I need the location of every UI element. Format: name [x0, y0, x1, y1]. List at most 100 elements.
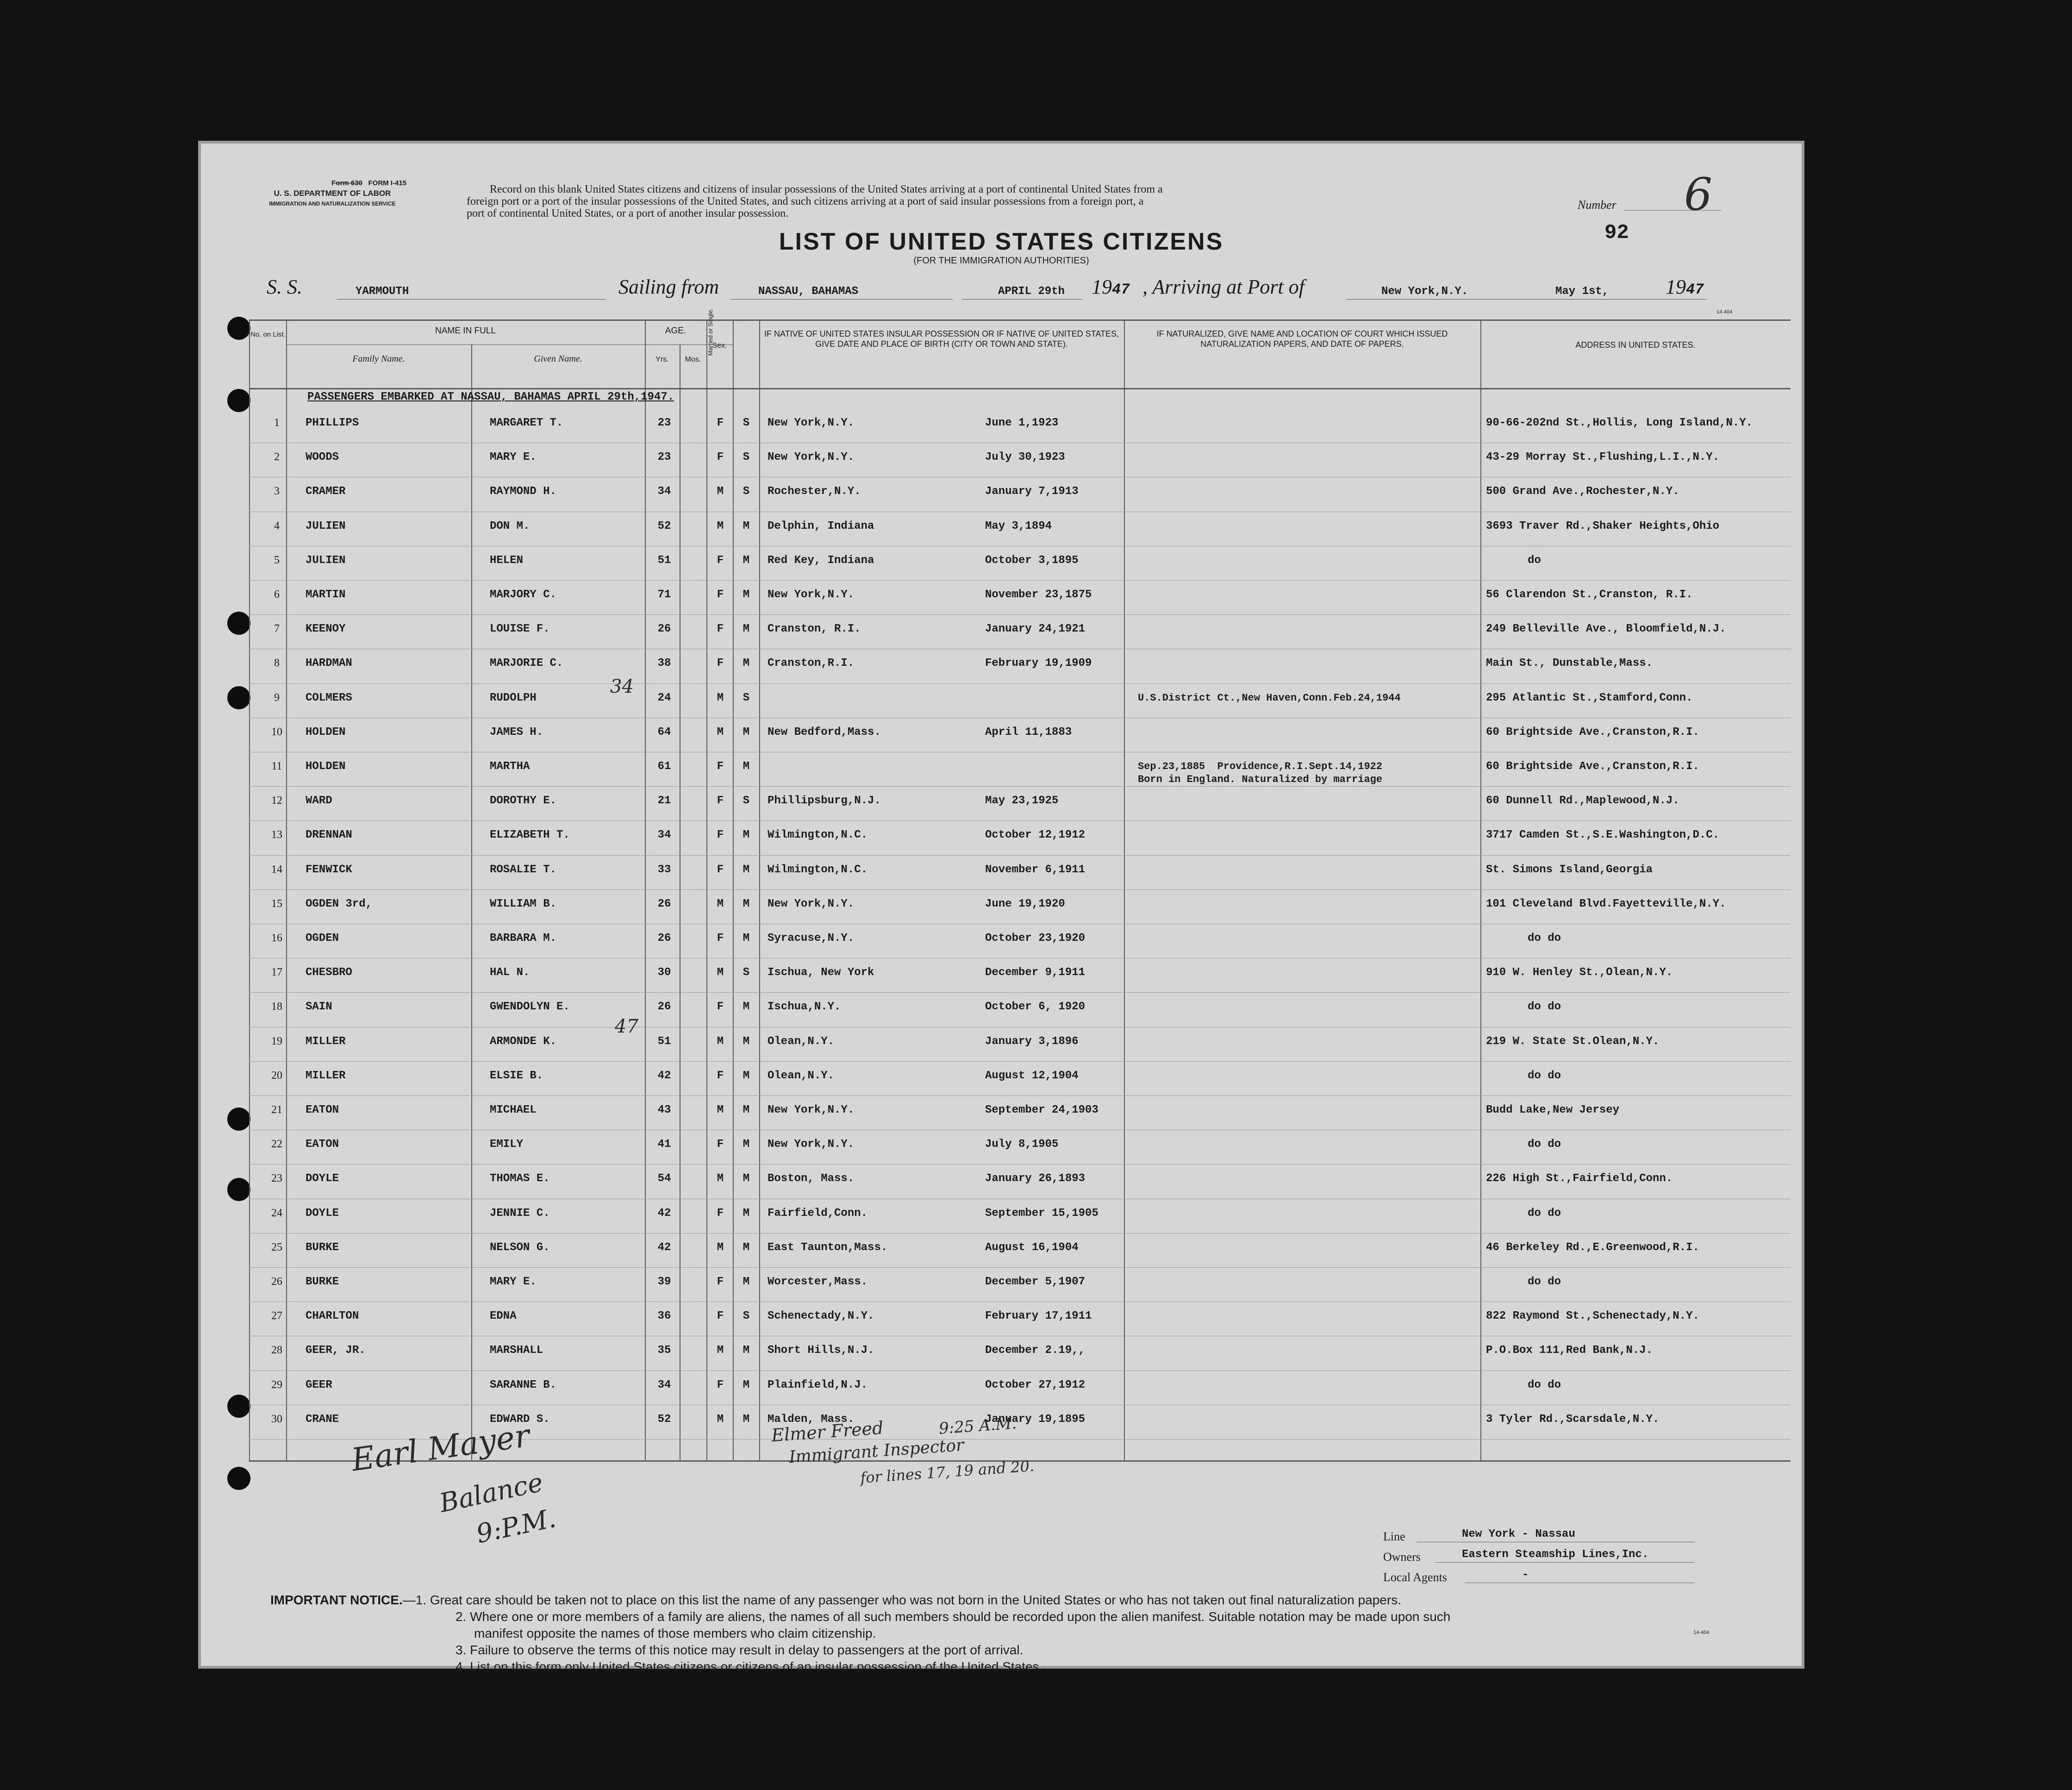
cell-age: 26: [657, 623, 671, 636]
line-label: Line: [1383, 1530, 1405, 1543]
cell-address: 3693 Traver Rd.,Shaker Heights,Ohio: [1486, 519, 1720, 532]
cell-no: 28: [271, 1344, 282, 1357]
passenger-row: 17 CHESBRO HAL N. 30 M S Ischua, New York Decem…: [198, 961, 1804, 995]
passenger-row: 11 HOLDEN MARTHA 61 F M Sep.23,1885 Providence…: [198, 755, 1804, 789]
cell-age: 64: [657, 726, 671, 739]
cell-no: 27: [271, 1310, 282, 1322]
cell-ms: S: [743, 485, 750, 498]
cell-date: January 24,1921: [985, 623, 1086, 636]
cell-age: 26: [657, 932, 671, 945]
sailing-year-prefix: 19: [1092, 275, 1112, 298]
passenger-row: 8 HARDMAN MARJORIE C. 38 F M Cranston,R.I. Febr…: [198, 651, 1804, 686]
cell-address: 295 Atlantic St.,Stamford,Conn.: [1486, 691, 1693, 704]
cell-place: Rochester,N.Y.: [768, 485, 861, 498]
cell-no: 18: [271, 1001, 282, 1013]
cell-age: 21: [657, 795, 671, 807]
cell-address: 43-29 Morray St.,Flushing,L.I.,N.Y.: [1486, 451, 1720, 464]
owners-label: Owners: [1383, 1550, 1421, 1564]
record-text-line-1: Record on this blank United States citiz…: [490, 183, 1163, 195]
ship-name: YARMOUTH: [356, 285, 409, 298]
cell-address: do: [1528, 554, 1541, 567]
cell-place: Phillipsburg,N.J.: [768, 795, 881, 807]
cell-family: CHESBRO: [306, 966, 352, 979]
col-address: ADDRESS IN UNITED STATES.: [1575, 340, 1696, 350]
notice-item-2: 2. Where one or more members of a family…: [456, 1609, 1451, 1624]
cell-sex: F: [717, 1001, 724, 1014]
cell-age: 34: [657, 829, 671, 842]
cell-no: 24: [271, 1207, 282, 1219]
passenger-row: 21 EATON MICHAEL 43 M M New York,N.Y. September…: [198, 1098, 1804, 1133]
cell-date: December 5,1907: [985, 1276, 1086, 1288]
cell-ms: M: [743, 863, 750, 876]
service-name: IMMIGRATION AND NATURALIZATION SERVICE: [269, 200, 396, 207]
punch-hole: [227, 389, 250, 412]
cell-address: 60 Brightside Ave.,Cranston,R.I.: [1486, 760, 1699, 773]
cell-no: 3: [274, 485, 280, 498]
cell-family: HARDMAN: [306, 657, 352, 670]
handwritten-age-note: 47: [615, 1016, 638, 1037]
passenger-row: 20 MILLER ELSIE B. 42 F M Olean,N.Y. August 12,…: [198, 1064, 1804, 1098]
col-name-in-full: NAME IN FULL: [435, 326, 496, 336]
cell-ms: S: [743, 966, 750, 979]
cell-address: do do: [1528, 1207, 1561, 1220]
cell-sex: M: [717, 966, 724, 979]
cell-date: October 23,1920: [985, 932, 1086, 945]
cell-sex: F: [717, 1378, 724, 1391]
cell-given: MARY E.: [490, 451, 537, 464]
cell-family: JULIEN: [306, 554, 346, 567]
cell-date: February 19,1909: [985, 657, 1092, 670]
cell-sex: M: [717, 1241, 724, 1254]
cell-sex: F: [717, 554, 724, 567]
cell-date: November 23,1875: [985, 588, 1092, 601]
cell-ms: M: [743, 1344, 750, 1357]
cell-family: DOYLE: [306, 1172, 339, 1185]
punch-hole: [227, 1467, 250, 1490]
cell-age: 34: [657, 1378, 671, 1391]
cell-address: 219 W. State St.Olean,N.Y.: [1486, 1035, 1660, 1048]
arriving-date: May 1st,: [1555, 285, 1609, 298]
passenger-row: 15 OGDEN 3rd, WILLIAM B. 26 M M New York,N.Y. J…: [198, 892, 1804, 926]
cell-sex: F: [717, 1276, 724, 1288]
cell-given: JENNIE C.: [490, 1207, 550, 1220]
passenger-row: 7 KEENOY LOUISE F. 26 F M Cranston, R.I. Januar…: [198, 617, 1804, 651]
cell-place: Short Hills,N.J.: [768, 1344, 874, 1357]
cell-sex: M: [717, 1413, 724, 1426]
cell-age: 52: [657, 1413, 671, 1426]
cell-no: 12: [271, 795, 282, 807]
cell-ms: M: [743, 657, 750, 670]
cell-place: Olean,N.Y.: [768, 1035, 835, 1048]
page-title: LIST OF UNITED STATES CITIZENS: [779, 228, 1224, 255]
corner-code: 14-404: [1716, 309, 1733, 315]
notice-item-4: 4. List on this form only United States …: [456, 1659, 1043, 1674]
line-value: New York - Nassau: [1462, 1528, 1575, 1540]
cell-given: GWENDOLYN E.: [490, 1001, 570, 1014]
passenger-row: 5 JULIEN HELEN 51 F M Red Key, Indiana October …: [198, 549, 1804, 583]
cell-address: 910 W. Henley St.,Olean,N.Y.: [1486, 966, 1673, 979]
cell-family: BURKE: [306, 1276, 339, 1288]
cell-family: FENWICK: [306, 863, 352, 876]
cell-age: 51: [657, 1035, 671, 1048]
cell-age: 51: [657, 554, 671, 567]
arriving-year: 47: [1686, 281, 1704, 298]
cell-address: 60 Dunnell Rd.,Maplewood,N.J.: [1486, 795, 1679, 807]
cell-no: 7: [274, 623, 280, 635]
cell-age: 26: [657, 897, 671, 910]
cell-age: 23: [657, 417, 671, 429]
cell-family: COLMERS: [306, 691, 352, 704]
cell-age: 71: [657, 588, 671, 601]
col-yrs: Yrs.: [655, 356, 669, 363]
cell-sex: F: [717, 451, 724, 464]
cell-age: 41: [657, 1138, 671, 1151]
punch-hole: [227, 317, 250, 340]
cell-address: do do: [1528, 1001, 1561, 1014]
cell-ms: M: [743, 1035, 750, 1048]
cell-age: 35: [657, 1344, 671, 1357]
cell-family: DOYLE: [306, 1207, 339, 1220]
passenger-row: 1 PHILLIPS MARGARET T. 23 F S New York,N.Y. Jun…: [198, 411, 1804, 445]
cell-ms: M: [743, 1207, 750, 1220]
cell-place: Wilmington,N.C.: [768, 829, 868, 842]
passenger-row: 26 BURKE MARY E. 39 F M Worcester,Mass. Decembe…: [198, 1270, 1804, 1304]
arriving-port: New York,N.Y.: [1381, 285, 1468, 298]
cell-address: 90-66-202nd St.,Hollis, Long Island,N.Y.: [1486, 417, 1753, 429]
cell-no: 6: [274, 588, 280, 601]
